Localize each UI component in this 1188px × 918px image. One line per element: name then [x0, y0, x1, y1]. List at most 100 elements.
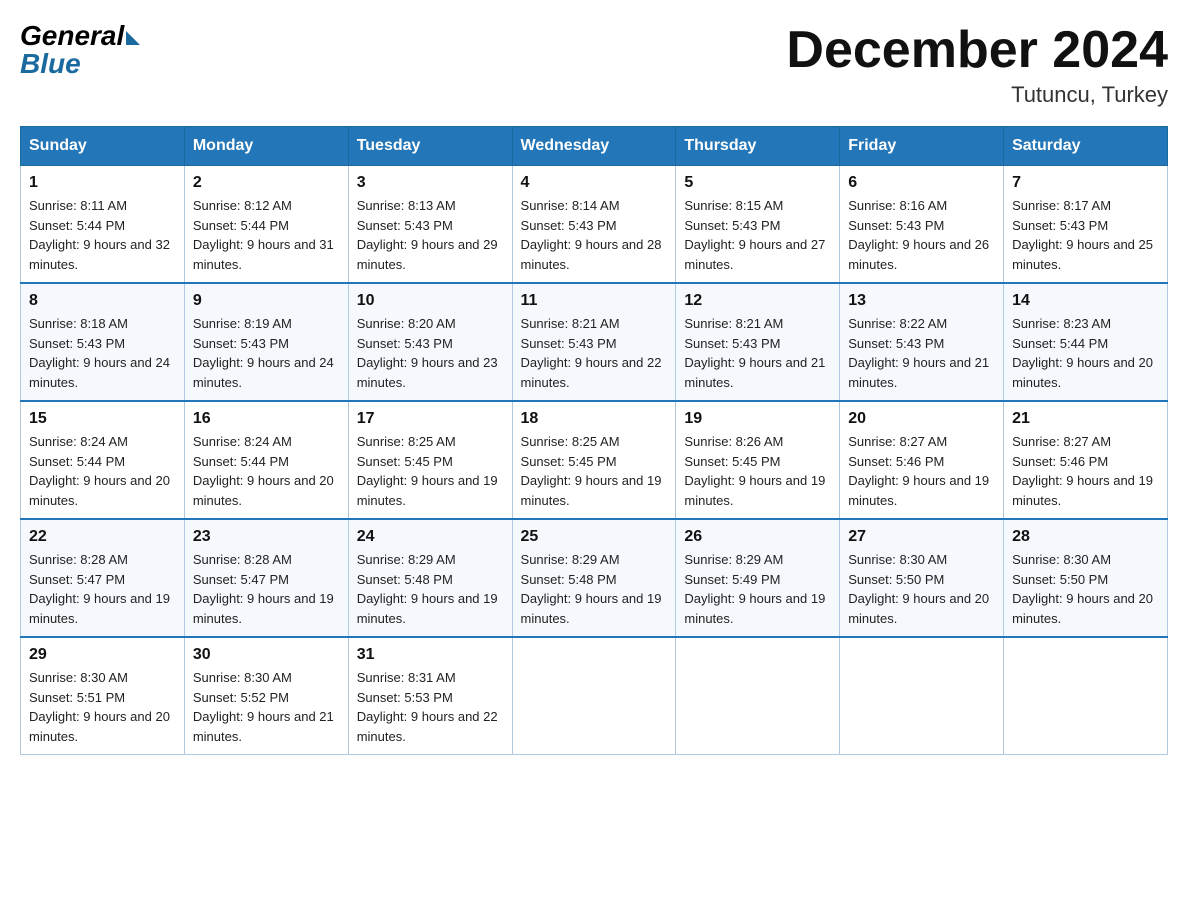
day-info: Sunrise: 8:31 AMSunset: 5:53 PMDaylight:…	[357, 668, 504, 746]
logo: General Blue	[20, 20, 140, 80]
day-info: Sunrise: 8:30 AMSunset: 5:50 PMDaylight:…	[848, 550, 995, 628]
day-info: Sunrise: 8:29 AMSunset: 5:49 PMDaylight:…	[684, 550, 831, 628]
logo-arrow-icon	[126, 31, 140, 45]
day-info: Sunrise: 8:25 AMSunset: 5:45 PMDaylight:…	[357, 432, 504, 510]
header-tuesday: Tuesday	[348, 127, 512, 166]
day-cell: 21Sunrise: 8:27 AMSunset: 5:46 PMDayligh…	[1004, 401, 1168, 519]
day-number: 29	[29, 646, 176, 664]
header-sunday: Sunday	[21, 127, 185, 166]
day-number: 26	[684, 528, 831, 546]
day-info: Sunrise: 8:29 AMSunset: 5:48 PMDaylight:…	[357, 550, 504, 628]
logo-blue-text: Blue	[20, 48, 81, 80]
day-info: Sunrise: 8:28 AMSunset: 5:47 PMDaylight:…	[29, 550, 176, 628]
header-saturday: Saturday	[1004, 127, 1168, 166]
day-cell: 27Sunrise: 8:30 AMSunset: 5:50 PMDayligh…	[840, 519, 1004, 637]
day-cell: 9Sunrise: 8:19 AMSunset: 5:43 PMDaylight…	[184, 283, 348, 401]
day-cell: 14 Sunrise: 8:23 AMSunset: 5:44 PMDayligh…	[1004, 283, 1168, 401]
day-info: Sunrise: 8:18 AMSunset: 5:43 PMDaylight:…	[29, 314, 176, 392]
day-cell: 22 Sunrise: 8:28 AMSunset: 5:47 PMDayligh…	[21, 519, 185, 637]
day-number: 7	[1012, 174, 1159, 192]
day-number: 12	[684, 292, 831, 310]
day-number: 10	[357, 292, 504, 310]
day-number: 19	[684, 410, 831, 428]
day-info: Sunrise: 8:16 AMSunset: 5:43 PMDaylight:…	[848, 196, 995, 274]
day-cell: 26 Sunrise: 8:29 AMSunset: 5:49 PMDayligh…	[676, 519, 840, 637]
week-row-4: 22 Sunrise: 8:28 AMSunset: 5:47 PMDayligh…	[21, 519, 1168, 637]
day-cell: 16 Sunrise: 8:24 AMSunset: 5:44 PMDayligh…	[184, 401, 348, 519]
day-info: Sunrise: 8:21 AMSunset: 5:43 PMDaylight:…	[521, 314, 668, 392]
day-cell: 31 Sunrise: 8:31 AMSunset: 5:53 PMDayligh…	[348, 637, 512, 755]
day-info: Sunrise: 8:24 AMSunset: 5:44 PMDaylight:…	[29, 432, 176, 510]
day-number: 18	[521, 410, 668, 428]
day-info: Sunrise: 8:15 AMSunset: 5:43 PMDaylight:…	[684, 196, 831, 274]
day-number: 5	[684, 174, 831, 192]
day-number: 3	[357, 174, 504, 192]
day-info: Sunrise: 8:28 AMSunset: 5:47 PMDaylight:…	[193, 550, 340, 628]
day-number: 20	[848, 410, 995, 428]
day-info: Sunrise: 8:21 AMSunset: 5:43 PMDaylight:…	[684, 314, 831, 392]
day-number: 22	[29, 528, 176, 546]
day-cell: 10 Sunrise: 8:20 AMSunset: 5:43 PMDayligh…	[348, 283, 512, 401]
day-info: Sunrise: 8:13 AMSunset: 5:43 PMDaylight:…	[357, 196, 504, 274]
page-header: General Blue December 2024 Tutuncu, Turk…	[20, 20, 1168, 108]
calendar-table: SundayMondayTuesdayWednesdayThursdayFrid…	[20, 126, 1168, 755]
day-number: 15	[29, 410, 176, 428]
day-info: Sunrise: 8:24 AMSunset: 5:44 PMDaylight:…	[193, 432, 340, 510]
day-number: 16	[193, 410, 340, 428]
day-cell: 6Sunrise: 8:16 AMSunset: 5:43 PMDaylight…	[840, 166, 1004, 284]
day-cell	[512, 637, 676, 755]
day-cell: 20 Sunrise: 8:27 AMSunset: 5:46 PMDayligh…	[840, 401, 1004, 519]
day-cell: 23 Sunrise: 8:28 AMSunset: 5:47 PMDayligh…	[184, 519, 348, 637]
day-number: 23	[193, 528, 340, 546]
day-number: 8	[29, 292, 176, 310]
day-cell: 7 Sunrise: 8:17 AMSunset: 5:43 PMDaylight…	[1004, 166, 1168, 284]
header-wednesday: Wednesday	[512, 127, 676, 166]
day-cell: 30Sunrise: 8:30 AMSunset: 5:52 PMDayligh…	[184, 637, 348, 755]
day-cell: 13Sunrise: 8:22 AMSunset: 5:43 PMDayligh…	[840, 283, 1004, 401]
day-cell: 2 Sunrise: 8:12 AMSunset: 5:44 PMDaylight…	[184, 166, 348, 284]
day-number: 25	[521, 528, 668, 546]
day-number: 31	[357, 646, 504, 664]
day-info: Sunrise: 8:27 AMSunset: 5:46 PMDaylight:…	[1012, 432, 1159, 510]
week-row-5: 29 Sunrise: 8:30 AMSunset: 5:51 PMDayligh…	[21, 637, 1168, 755]
day-number: 24	[357, 528, 504, 546]
day-info: Sunrise: 8:30 AMSunset: 5:51 PMDaylight:…	[29, 668, 176, 746]
day-info: Sunrise: 8:12 AMSunset: 5:44 PMDaylight:…	[193, 196, 340, 274]
day-info: Sunrise: 8:20 AMSunset: 5:43 PMDaylight:…	[357, 314, 504, 392]
calendar-location: Tutuncu, Turkey	[786, 82, 1168, 108]
day-info: Sunrise: 8:23 AMSunset: 5:44 PMDaylight:…	[1012, 314, 1159, 392]
day-cell: 18Sunrise: 8:25 AMSunset: 5:45 PMDayligh…	[512, 401, 676, 519]
day-number: 14	[1012, 292, 1159, 310]
day-info: Sunrise: 8:11 AMSunset: 5:44 PMDaylight:…	[29, 196, 176, 274]
day-cell: 11 Sunrise: 8:21 AMSunset: 5:43 PMDayligh…	[512, 283, 676, 401]
week-row-1: 1 Sunrise: 8:11 AMSunset: 5:44 PMDaylight…	[21, 166, 1168, 284]
day-cell: 12 Sunrise: 8:21 AMSunset: 5:43 PMDayligh…	[676, 283, 840, 401]
day-number: 30	[193, 646, 340, 664]
day-cell: 3 Sunrise: 8:13 AMSunset: 5:43 PMDaylight…	[348, 166, 512, 284]
day-cell: 15 Sunrise: 8:24 AMSunset: 5:44 PMDayligh…	[21, 401, 185, 519]
day-cell: 24 Sunrise: 8:29 AMSunset: 5:48 PMDayligh…	[348, 519, 512, 637]
day-info: Sunrise: 8:26 AMSunset: 5:45 PMDaylight:…	[684, 432, 831, 510]
day-number: 2	[193, 174, 340, 192]
day-cell: 28Sunrise: 8:30 AMSunset: 5:50 PMDayligh…	[1004, 519, 1168, 637]
day-info: Sunrise: 8:17 AMSunset: 5:43 PMDaylight:…	[1012, 196, 1159, 274]
day-number: 17	[357, 410, 504, 428]
calendar-title: December 2024	[786, 20, 1168, 80]
day-cell: 4Sunrise: 8:14 AMSunset: 5:43 PMDaylight…	[512, 166, 676, 284]
title-block: December 2024 Tutuncu, Turkey	[786, 20, 1168, 108]
header-friday: Friday	[840, 127, 1004, 166]
day-cell	[676, 637, 840, 755]
day-number: 9	[193, 292, 340, 310]
header-monday: Monday	[184, 127, 348, 166]
header-thursday: Thursday	[676, 127, 840, 166]
day-info: Sunrise: 8:14 AMSunset: 5:43 PMDaylight:…	[521, 196, 668, 274]
day-info: Sunrise: 8:27 AMSunset: 5:46 PMDaylight:…	[848, 432, 995, 510]
day-cell: 19 Sunrise: 8:26 AMSunset: 5:45 PMDayligh…	[676, 401, 840, 519]
week-row-2: 8 Sunrise: 8:18 AMSunset: 5:43 PMDaylight…	[21, 283, 1168, 401]
day-cell: 8 Sunrise: 8:18 AMSunset: 5:43 PMDaylight…	[21, 283, 185, 401]
day-cell: 1 Sunrise: 8:11 AMSunset: 5:44 PMDaylight…	[21, 166, 185, 284]
day-cell	[1004, 637, 1168, 755]
day-number: 11	[521, 292, 668, 310]
day-info: Sunrise: 8:29 AMSunset: 5:48 PMDaylight:…	[521, 550, 668, 628]
day-number: 1	[29, 174, 176, 192]
